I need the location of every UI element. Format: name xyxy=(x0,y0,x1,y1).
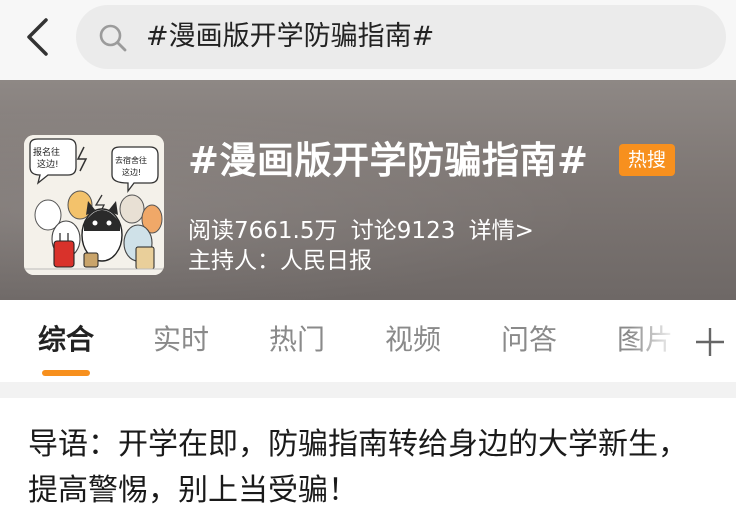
plus-icon[interactable] xyxy=(690,322,730,362)
search-header: #漫画版开学防骗指南# xyxy=(0,0,736,80)
feed-tabs: 综合 实时 热门 视频 问答 图片 xyxy=(0,300,736,382)
discussion-count: 讨论9123 xyxy=(350,218,456,244)
tab-hot[interactable]: 热门 xyxy=(269,322,325,358)
search-query-text: #漫画版开学防骗指南# xyxy=(146,21,435,52)
search-icon xyxy=(99,24,127,52)
cover-bubble-left-line2: 这边! xyxy=(37,158,59,170)
read-count: 阅读7661.5万 xyxy=(188,218,338,244)
cover-illustration: 报名往 这边! 去宿舍往 这边! xyxy=(24,135,164,275)
hot-search-badge: 热搜 xyxy=(619,144,675,176)
active-tab-indicator xyxy=(42,370,90,376)
section-divider xyxy=(0,382,736,398)
topic-title: #漫画版开学防骗指南# xyxy=(188,139,589,182)
topic-stats: 阅读7661.5万 讨论9123 详情> xyxy=(188,216,540,246)
back-button[interactable] xyxy=(14,14,60,60)
tab-realtime[interactable]: 实时 xyxy=(153,322,209,358)
chevron-left-icon xyxy=(27,18,48,56)
tab-video[interactable]: 视频 xyxy=(385,322,441,358)
topic-cover-image[interactable]: 报名往 这边! 去宿舍往 这边! xyxy=(24,135,164,275)
cover-bubble-left-line1: 报名往 xyxy=(33,146,60,158)
tab-comprehensive[interactable]: 综合 xyxy=(38,322,94,358)
topic-banner: 报名往 这边! 去宿舍往 这边! #漫画版开学防骗指南# 热搜 阅读7661.5… xyxy=(0,80,736,300)
topic-host: 主持人：人民日报 xyxy=(188,248,372,274)
cover-bubble-right-line1: 去宿舍往 xyxy=(115,155,147,165)
topic-intro: 导语：开学在即，防骗指南转给身边的大学新生，提高警惕，别上当受骗！ xyxy=(28,427,688,508)
tab-qa[interactable]: 问答 xyxy=(501,322,557,358)
cover-bubble-right-line2: 这边! xyxy=(122,167,141,177)
tab-overflow-fade xyxy=(630,300,686,382)
search-input[interactable]: #漫画版开学防骗指南# xyxy=(76,5,726,69)
details-link[interactable]: 详情> xyxy=(469,218,534,244)
